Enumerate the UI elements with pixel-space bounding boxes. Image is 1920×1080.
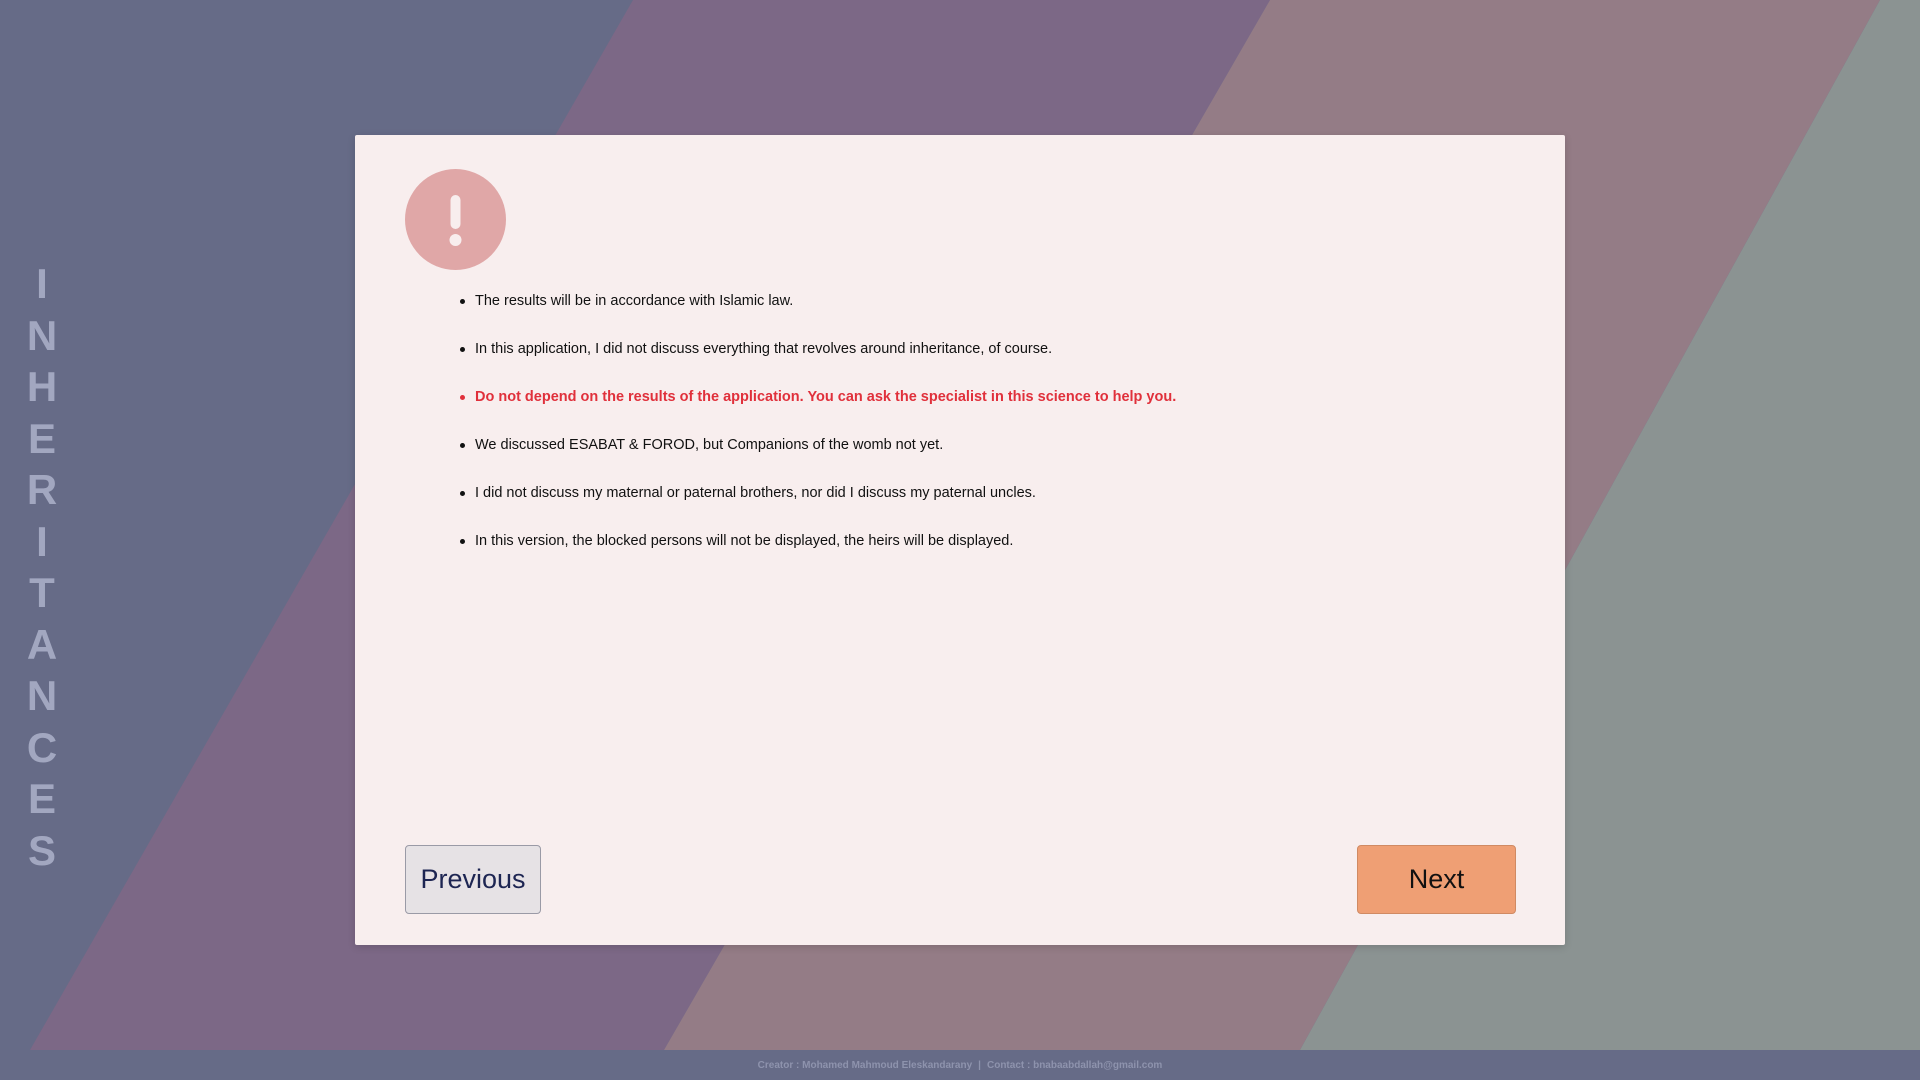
title-letter: E [27,414,56,462]
title-letter: R [26,466,58,513]
warning-note-item: Do not depend on the results of the appl… [460,387,1475,435]
note-item: In this version, the blocked persons wil… [460,531,1475,579]
footer-creator: Creator : Mohamed Mahmoud Eleskandarany [757,1059,973,1071]
title-letter: H [26,363,58,410]
title-letter: C [26,723,58,771]
title-letter: A [26,620,58,668]
footer-contact[interactable]: Contact : bnabaabdallah@gmail.com [987,1060,1162,1071]
note-item: I did not discuss my maternal or paterna… [460,483,1475,531]
note-item: We discussed ESABAT & FOROD, but Compani… [460,435,1475,483]
title-letter: I [36,517,48,565]
exclamation-icon [405,169,506,270]
title-letter: N [26,311,58,359]
title-letter: N [26,672,58,719]
notes-list: The results will be in accordance with I… [460,291,1475,579]
previous-button[interactable]: Previous [405,845,541,914]
footer: Creator : Mohamed Mahmoud Eleskandarany … [0,1050,1920,1080]
next-button[interactable]: Next [1357,845,1516,914]
exclamation-icon-glyph [449,195,462,246]
notice-card: The results will be in accordance with I… [355,135,1565,945]
title-letter: S [27,826,56,874]
note-item: In this application, I did not discuss e… [460,339,1475,387]
footer-separator: | [978,1059,981,1071]
title-letter: E [27,775,56,822]
title-letter: I [36,260,48,307]
title-letter: T [29,569,55,616]
note-item: The results will be in accordance with I… [460,291,1475,339]
app-title-vertical: I N H E R I T A N C E S [22,258,62,876]
